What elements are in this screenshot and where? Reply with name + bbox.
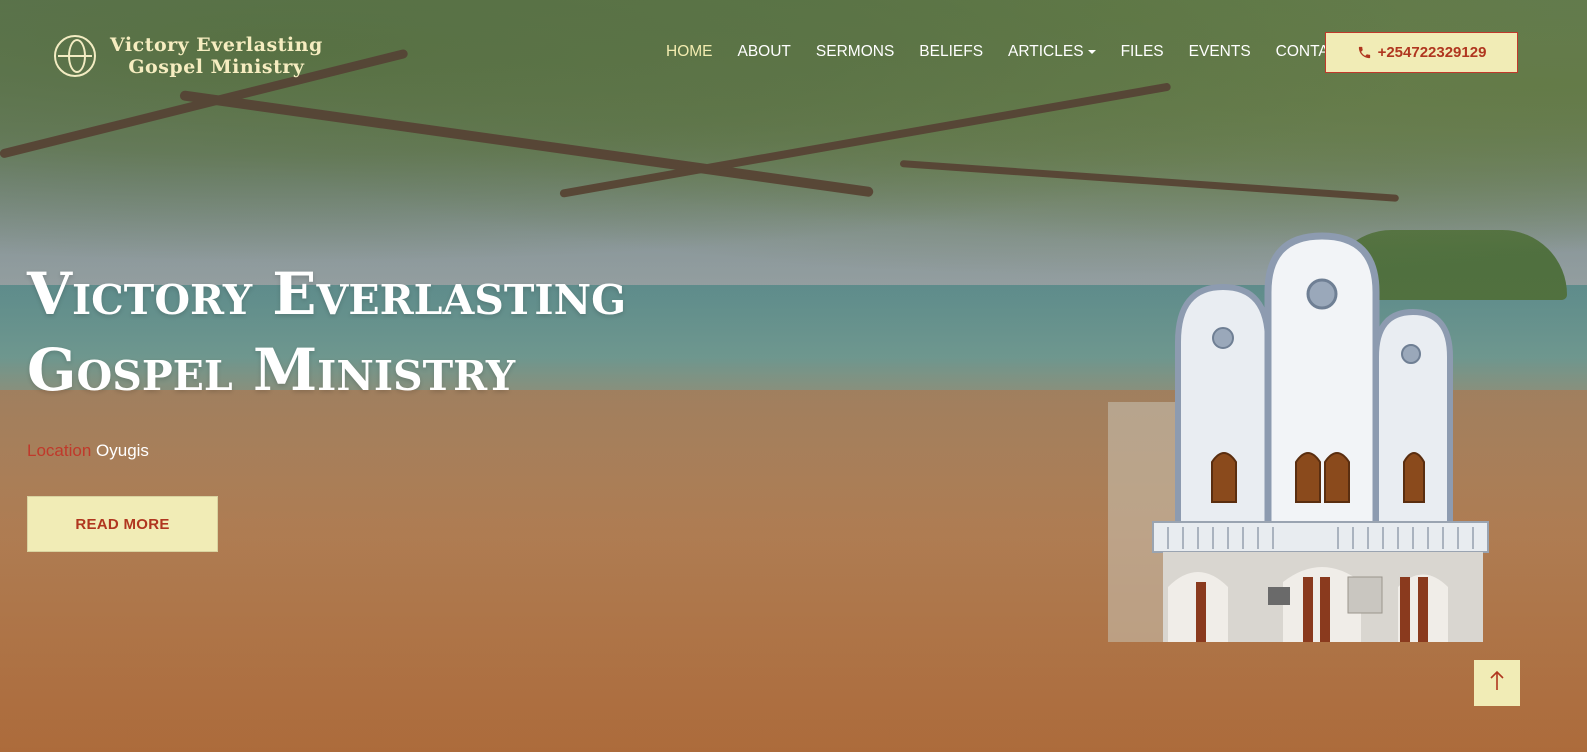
arrow-up-icon: [1489, 670, 1505, 696]
logo-text: Victory Everlasting Gospel Ministry: [110, 34, 323, 78]
location-value: Oyugis: [96, 441, 149, 460]
phone-button[interactable]: +254722329129: [1325, 32, 1518, 73]
phone-icon: [1357, 45, 1372, 60]
caret-down-icon: [1087, 49, 1096, 54]
nav-events[interactable]: EVENTS: [1189, 40, 1251, 64]
nav-articles-label: ARTICLES: [1008, 43, 1084, 60]
nav-articles[interactable]: ARTICLES: [1008, 40, 1096, 64]
nav-beliefs[interactable]: BELIEFS: [919, 40, 983, 64]
hero-title-line1: Victory Everlasting: [27, 260, 627, 328]
phone-number: +254722329129: [1377, 44, 1487, 61]
hero-title: Victory Everlasting Gospel Ministry: [27, 256, 626, 408]
nav-sermons[interactable]: SERMONS: [816, 40, 894, 64]
nav-home[interactable]: HOME: [666, 40, 713, 64]
main-nav: HOME ABOUT SERMONS BELIEFS ARTICLES FILE…: [666, 40, 1385, 64]
logo-line2: Gospel Ministry: [128, 56, 305, 78]
church-building-image: [1108, 232, 1489, 642]
logo-line1: Victory Everlasting: [110, 34, 323, 56]
nav-about[interactable]: ABOUT: [738, 40, 791, 64]
site-logo[interactable]: Victory Everlasting Gospel Ministry: [54, 34, 323, 78]
location-line: Location Oyugis: [27, 441, 149, 461]
scroll-to-top-button[interactable]: [1474, 660, 1520, 706]
globe-icon: [54, 35, 96, 77]
hero-title-line2: Gospel Ministry: [27, 336, 516, 404]
nav-files[interactable]: FILES: [1121, 40, 1164, 64]
read-more-button[interactable]: READ MORE: [27, 496, 218, 552]
location-label: Location: [27, 441, 92, 460]
